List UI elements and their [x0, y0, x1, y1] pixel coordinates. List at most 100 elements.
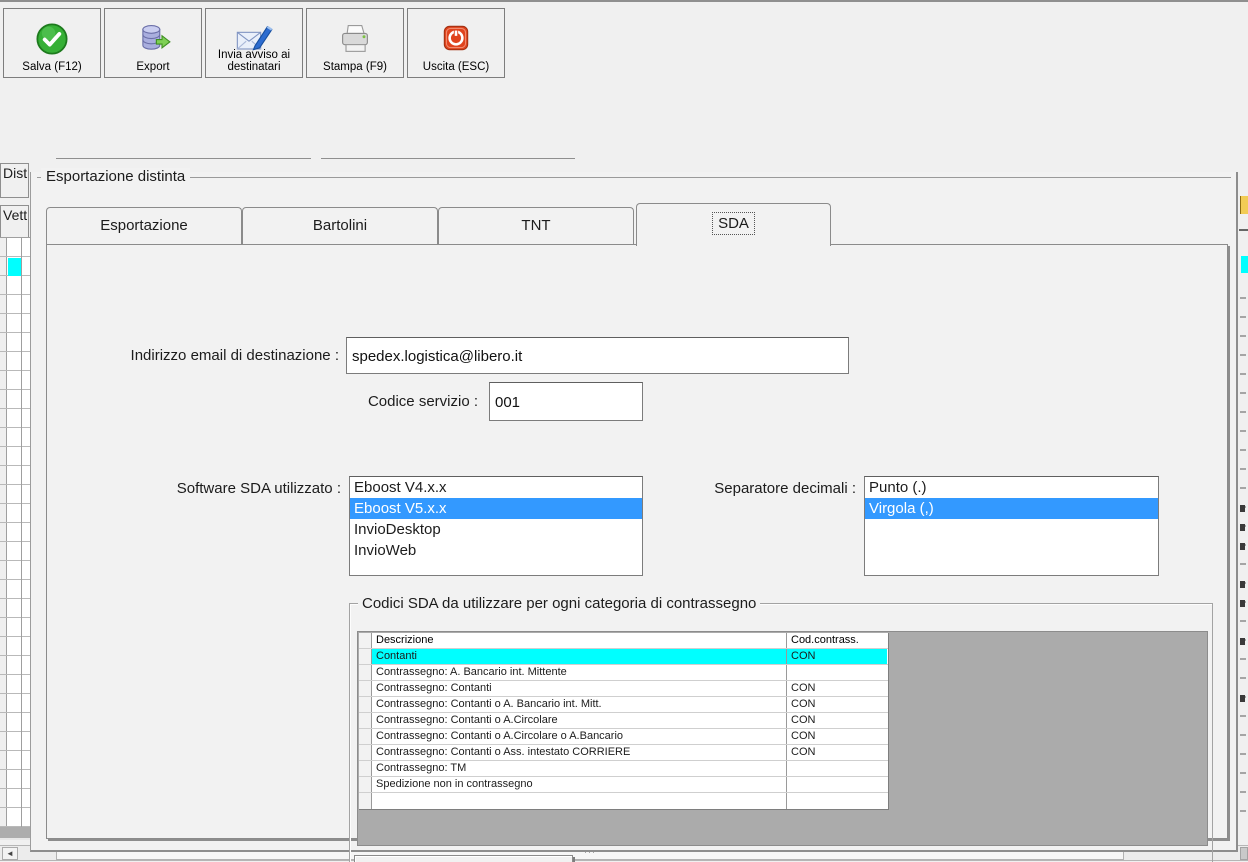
- power-icon: [439, 21, 473, 58]
- toolbar-button-invia[interactable]: Invia avviso ai destinatari: [205, 8, 303, 78]
- row-selector-cell[interactable]: [359, 697, 372, 712]
- row-selector-cell[interactable]: [359, 793, 372, 809]
- descrizione-cell[interactable]: Contrassegno: Contanti o A. Bancario int…: [372, 697, 787, 712]
- table-row[interactable]: Contrassegno: Contanti o A.Circolare CON: [359, 713, 888, 729]
- tab-page-sda: Indirizzo email di destinazione : Codice…: [46, 244, 1228, 862]
- modify-table-button[interactable]: Modifica tabella: [354, 855, 573, 862]
- tab-sda[interactable]: SDA: [636, 203, 831, 246]
- cod-contrass-cell[interactable]: CON: [787, 745, 887, 760]
- list-option[interactable]: Virgola (,): [865, 498, 1158, 519]
- toolbar-button-label: Export: [136, 61, 170, 73]
- background-label-distinta: Dist: [0, 163, 29, 198]
- descrizione-cell[interactable]: Contrassegno: Contanti: [372, 681, 787, 696]
- esportazione-distinta-dialog: Esportazione distinta Esportazione Bartol…: [30, 168, 1238, 862]
- row-selector-cell[interactable]: [359, 761, 372, 776]
- row-selector-cell[interactable]: [359, 665, 372, 680]
- row-selector-cell[interactable]: [359, 729, 372, 744]
- descrizione-cell[interactable]: Contrassegno: Contanti o Ass. intestato …: [372, 745, 787, 760]
- list-option[interactable]: InvioWeb: [350, 540, 642, 561]
- table-row[interactable]: Contrassegno: Contanti CON: [359, 681, 888, 697]
- background-grid-vline: [21, 238, 22, 827]
- list-option[interactable]: Eboost V4.x.x: [350, 477, 642, 498]
- tab-label: Esportazione: [100, 217, 188, 234]
- service-code-input[interactable]: [489, 382, 643, 421]
- toolbar-button-uscita[interactable]: Uscita (ESC): [407, 8, 505, 78]
- list-option[interactable]: Punto (.): [865, 477, 1158, 498]
- toolbar-button-salva[interactable]: Salva (F12): [3, 8, 101, 78]
- table-row[interactable]: Contrassegno: TM: [359, 761, 888, 777]
- codes-group-title: Codici SDA da utilizzare per ogni catego…: [358, 595, 761, 612]
- cod-contrass-cell[interactable]: [787, 777, 887, 792]
- software-listbox[interactable]: Eboost V4.x.x Eboost V5.x.x InvioDesktop In…: [349, 476, 643, 576]
- mail-pen-icon: [234, 21, 274, 60]
- tab-label: Bartolini: [312, 217, 368, 234]
- list-option[interactable]: InvioDesktop: [350, 519, 642, 540]
- table-row[interactable]: [359, 793, 888, 809]
- descrizione-cell[interactable]: [372, 793, 787, 809]
- cod-contrass-cell[interactable]: CON: [787, 729, 887, 744]
- printer-icon: [337, 21, 373, 60]
- descrizione-cell[interactable]: Contrassegno: Contanti o A.Circolare o A…: [372, 729, 787, 744]
- scrollbar-corner: [1240, 847, 1248, 860]
- background-text-fragment: [1240, 695, 1245, 702]
- descrizione-cell[interactable]: Contrassegno: A. Bancario int. Mittente: [372, 665, 787, 680]
- background-label-vettore: Vett: [0, 205, 29, 241]
- background-header-line: [1239, 229, 1248, 231]
- row-selector-cell[interactable]: [359, 649, 372, 664]
- row-selector-cell[interactable]: [359, 681, 372, 696]
- toolbar-button-label: Uscita (ESC): [422, 61, 490, 73]
- tab-bartolini[interactable]: Bartolini: [242, 207, 438, 244]
- background-groupbox-line: [321, 158, 575, 159]
- separator-listbox[interactable]: Punto (.) Virgola (,): [864, 476, 1159, 576]
- background-text-fragment: [1240, 524, 1245, 531]
- tab-tnt[interactable]: TNT: [438, 207, 634, 244]
- cod-contrass-cell[interactable]: CON: [787, 697, 887, 712]
- tab-label: SDA: [712, 212, 755, 235]
- scroll-left-arrow-icon[interactable]: ◄: [2, 847, 18, 860]
- descrizione-cell[interactable]: Contrassegno: Contanti o A.Circolare: [372, 713, 787, 728]
- codes-table[interactable]: Descrizione Cod.contrass. Contanti CON Contr…: [359, 633, 889, 810]
- table-row[interactable]: Contanti CON: [359, 649, 888, 665]
- folder-icon-fragment: [1240, 196, 1248, 214]
- background-grid-selected-cell: [8, 258, 21, 276]
- row-selector-cell[interactable]: [359, 745, 372, 760]
- background-grid-rowlines: [0, 238, 30, 827]
- row-selector-cell[interactable]: [359, 713, 372, 728]
- table-row[interactable]: Contrassegno: A. Bancario int. Mittente: [359, 665, 888, 681]
- background-selected-row-fragment: [1241, 256, 1248, 273]
- table-row[interactable]: Contrassegno: Contanti o A.Circolare o A…: [359, 729, 888, 745]
- tab-esportazione[interactable]: Esportazione: [46, 207, 242, 244]
- cod-contrass-cell[interactable]: CON: [787, 713, 887, 728]
- descrizione-cell[interactable]: Spedizione non in contrassegno: [372, 777, 787, 792]
- descrizione-cell[interactable]: Contrassegno: TM: [372, 761, 787, 776]
- descrizione-cell[interactable]: Contanti: [372, 649, 787, 664]
- toolbar-button-export[interactable]: Export: [104, 8, 202, 78]
- cod-contrass-cell[interactable]: [787, 793, 887, 809]
- check-circle-icon: [34, 21, 70, 60]
- cod-contrass-cell[interactable]: CON: [787, 649, 887, 664]
- table-row[interactable]: Contrassegno: Contanti o A. Bancario int…: [359, 697, 888, 713]
- toolbar-button-label: Stampa (F9): [323, 61, 387, 73]
- background-text-fragment: [1240, 581, 1245, 588]
- cod-contrass-cell[interactable]: CON: [787, 681, 887, 696]
- table-row[interactable]: Spedizione non in contrassegno: [359, 777, 888, 793]
- table-row[interactable]: Contrassegno: Contanti o Ass. intestato …: [359, 745, 888, 761]
- dialog-group-title: Esportazione distinta: [41, 168, 191, 185]
- toolbar-button-label: Salva (F12): [22, 61, 82, 73]
- separator-label: Separatore decimali :: [714, 480, 856, 497]
- service-code-label: Codice servizio :: [367, 393, 478, 410]
- list-option[interactable]: Eboost V5.x.x: [350, 498, 642, 519]
- column-header: Cod.contrass.: [791, 634, 859, 646]
- email-input[interactable]: [346, 337, 849, 374]
- background-right-sliver: [1239, 172, 1248, 845]
- toolbar-divider: [0, 0, 1248, 2]
- cod-contrass-cell[interactable]: [787, 665, 887, 680]
- email-label: Indirizzo email di destinazione :: [130, 347, 339, 364]
- toolbar-button-stampa[interactable]: Stampa (F9): [306, 8, 404, 78]
- background-grid-footer: [0, 827, 30, 840]
- database-export-icon: [135, 21, 171, 60]
- background-text-fragment: [1240, 505, 1245, 512]
- background-text-fragment: [1240, 600, 1245, 607]
- cod-contrass-cell[interactable]: [787, 761, 887, 776]
- row-selector-cell[interactable]: [359, 777, 372, 792]
